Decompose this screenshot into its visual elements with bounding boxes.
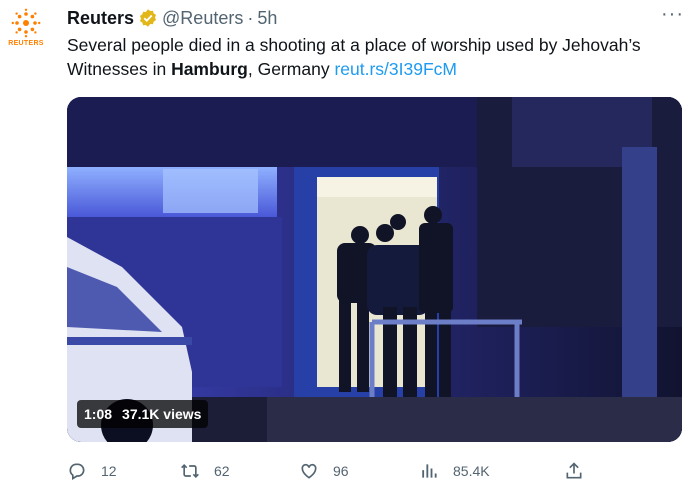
tweet-time[interactable]: 5h [257,8,277,29]
separator-dot: · [247,7,254,28]
reply-count: 12 [101,463,117,479]
account-name[interactable]: Reuters [67,8,134,29]
avatar[interactable]: REUTERS [6,8,46,54]
like-icon [301,463,317,479]
video-views: 37.1K views [122,406,202,422]
tweet-text-end: , Germany [247,59,335,79]
account-handle[interactable]: @Reuters [162,8,243,29]
share-icon [566,462,582,479]
retweet-icon [181,463,199,479]
like-count: 96 [333,463,349,479]
tweet-text-bold: Hamburg [171,59,248,79]
reply-icon [69,463,85,480]
tweet-link[interactable]: reut.rs/3I39FcM [334,59,457,79]
reply-button[interactable]: 12 [67,461,117,481]
video-duration: 1:08 [84,406,113,422]
tweet-actions: 12 62 96 85.4K [67,458,597,484]
video-stats-badge: 1:08 37.1K views [77,400,209,428]
views-count: 85.4K [453,463,490,479]
reuters-logo-icon [11,8,41,38]
tweet-header: Reuters @Reuters · 5h ··· [67,4,684,30]
views-icon [422,464,437,478]
video-player[interactable]: 1:08 37.1K views [67,97,682,442]
share-button[interactable] [564,461,584,481]
avatar-brand-text: REUTERS [8,40,44,47]
video-frame [67,97,682,442]
retweet-count: 62 [214,463,230,479]
views-button[interactable]: 85.4K [419,461,490,481]
tweet-text: Several people died in a shooting at a p… [67,33,687,81]
like-button[interactable]: 96 [299,461,349,481]
more-icon[interactable]: ··· [661,4,684,24]
retweet-button[interactable]: 62 [180,461,230,481]
verified-badge-icon[interactable] [138,8,158,28]
